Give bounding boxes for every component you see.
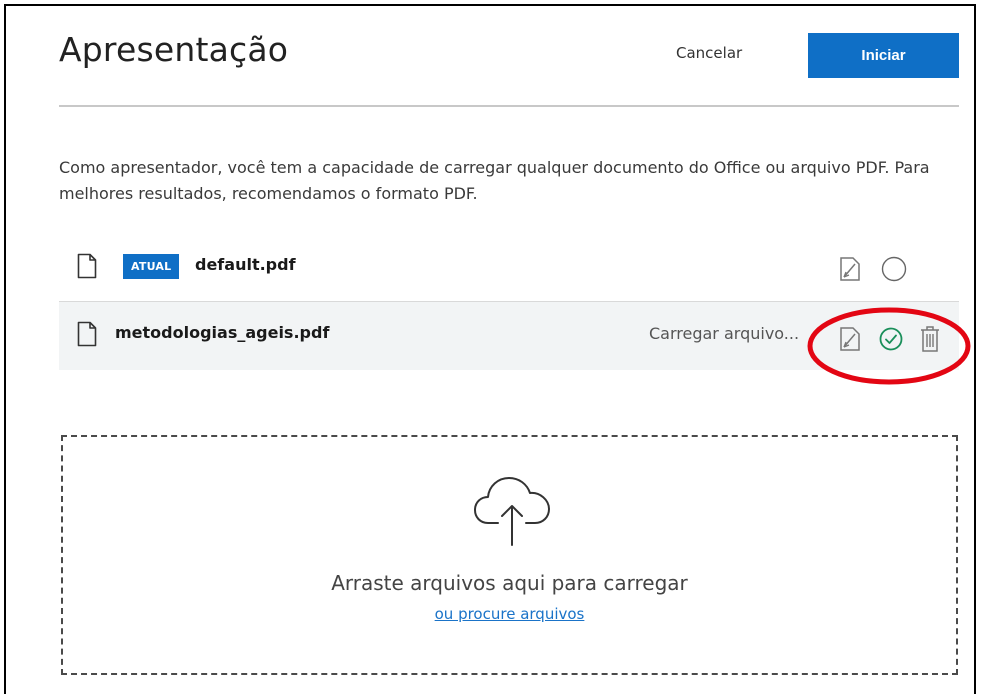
current-badge: ATUAL — [123, 254, 180, 279]
file-icon — [77, 253, 97, 279]
header-divider — [59, 105, 959, 107]
drop-instructions: Arraste arquivos aqui para carregar — [331, 571, 688, 595]
description-text: Como apresentador, você tem a capacidade… — [59, 158, 930, 203]
unselected-circle-icon[interactable] — [881, 256, 907, 282]
cloud-upload-icon — [474, 477, 550, 546]
start-button[interactable]: Iniciar — [808, 33, 959, 78]
edit-download-icon[interactable] — [839, 256, 861, 282]
selected-check-icon[interactable] — [879, 327, 903, 351]
file-icon — [77, 321, 97, 347]
edit-download-icon[interactable] — [839, 326, 861, 352]
file-name: default.pdf — [195, 255, 296, 274]
browse-files-link[interactable]: ou procure arquivos — [63, 605, 956, 623]
file-name: metodologias_ageis.pdf — [115, 323, 330, 342]
upload-status: Carregar arquivo... — [649, 324, 800, 343]
file-drop-zone[interactable]: Arraste arquivos aqui para carregar ou p… — [61, 435, 958, 675]
file-row-uploading[interactable]: metodologias_ageis.pdf Carregar arquivo.… — [59, 302, 959, 370]
file-row-default[interactable]: ATUAL default.pdf — [59, 234, 959, 302]
cancel-button[interactable]: Cancelar — [676, 44, 742, 62]
dialog-title: Apresentação — [59, 30, 289, 69]
trash-icon[interactable] — [919, 325, 941, 353]
